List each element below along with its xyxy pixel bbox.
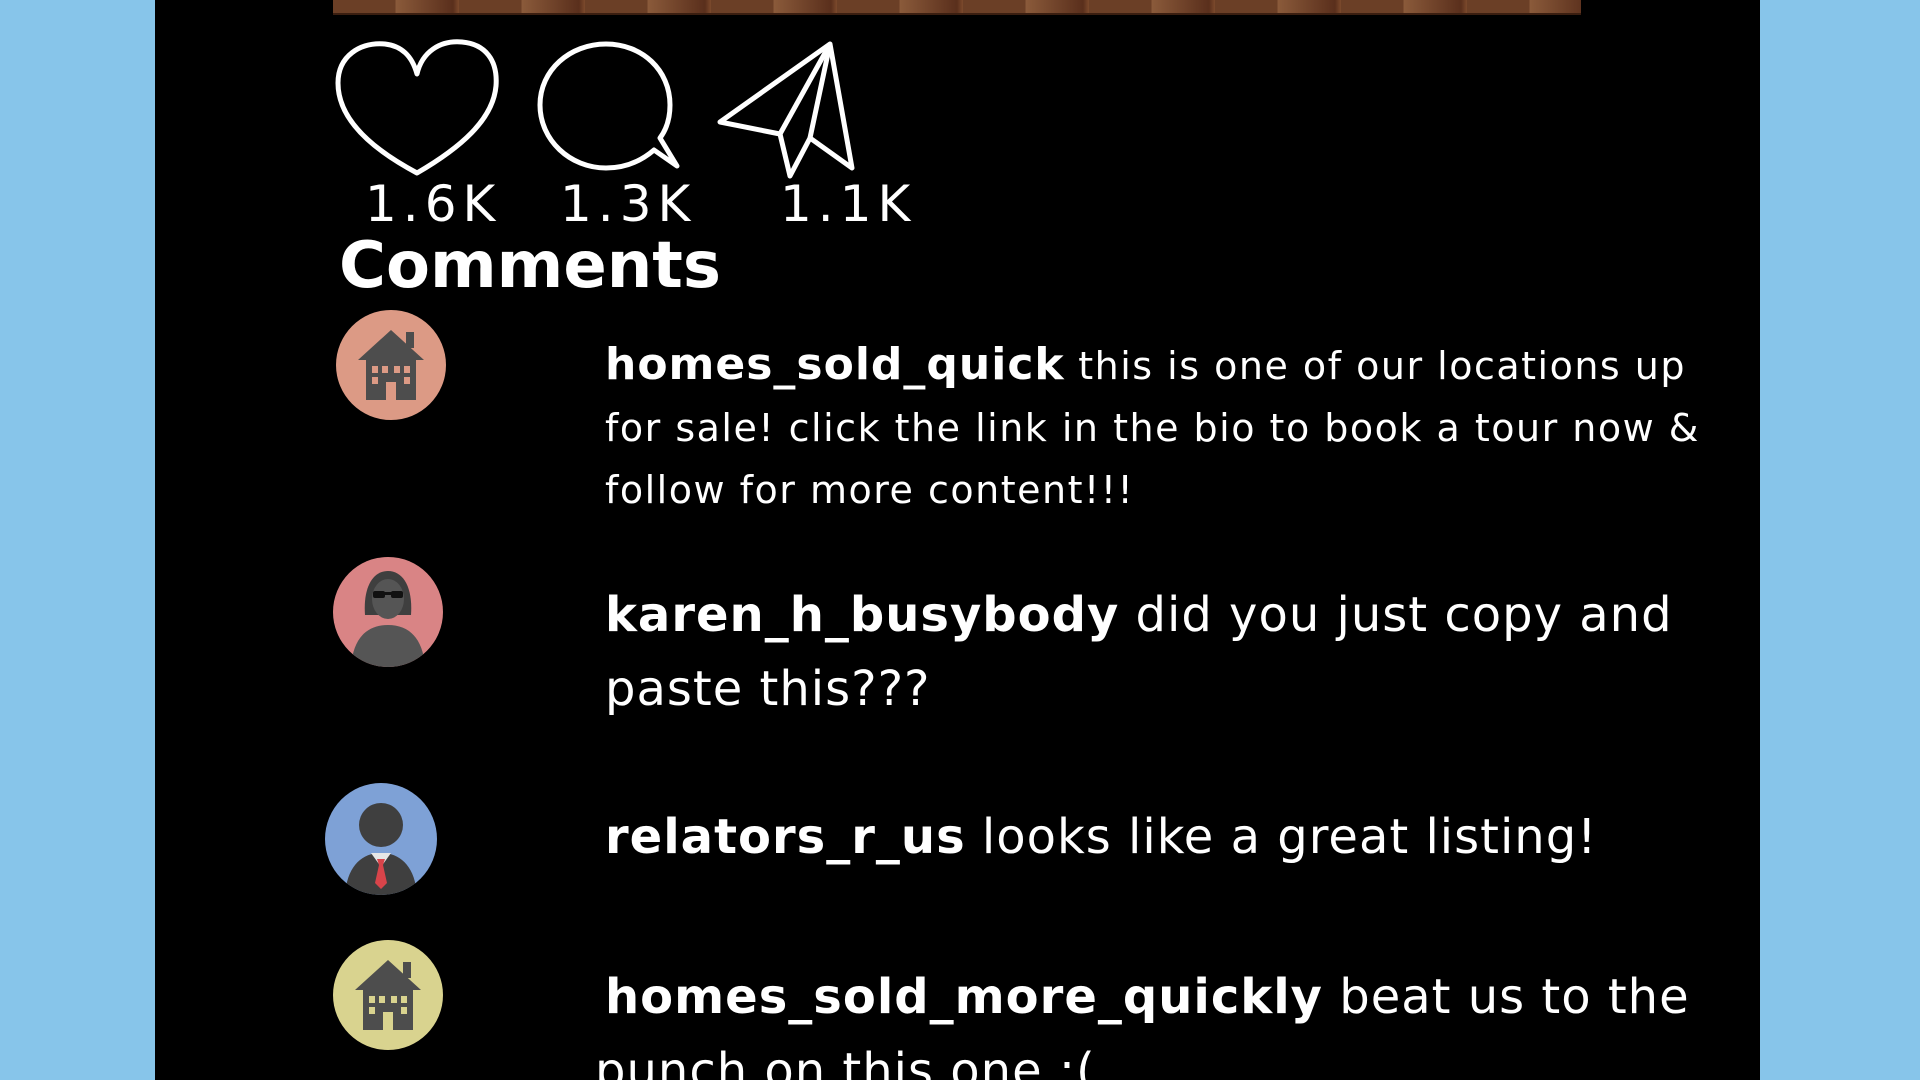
like-button[interactable]	[330, 38, 505, 178]
avatar-relators-r-us[interactable]	[325, 783, 437, 895]
like-count: 1.6K	[365, 175, 502, 233]
avatar-homes-sold-quick[interactable]	[336, 310, 446, 420]
comments-heading: Comments	[339, 229, 721, 303]
post-photo[interactable]	[333, 0, 1581, 15]
heart-icon	[335, 39, 499, 176]
share-count: 1.1K	[780, 175, 917, 233]
businessman-icon	[325, 783, 437, 895]
woman-sunglasses-icon	[333, 557, 443, 667]
comment-button[interactable]	[532, 38, 692, 178]
comment-username[interactable]: karen_h_busybody	[605, 587, 1119, 643]
avatar-homes-sold-more-quickly[interactable]	[333, 940, 443, 1050]
comment-1: homes_sold_quick this is one of our loca…	[605, 334, 1755, 521]
comment-username[interactable]: homes_sold_quick	[605, 339, 1065, 390]
paper-plane-icon	[717, 41, 855, 179]
house-icon	[333, 940, 443, 1050]
share-button[interactable]	[712, 40, 872, 180]
post-panel: 1.6K 1.3K 1.1K Comments homes_sold_quick…	[155, 0, 1760, 1080]
comment-2: karen_h_busybody did you just copy and p…	[605, 578, 1755, 726]
comment-username[interactable]: relators_r_us	[605, 809, 966, 865]
comment-text: looks like a great listing!	[965, 809, 1598, 865]
speech-bubble-icon	[537, 41, 680, 171]
avatar-karen-h-busybody[interactable]	[333, 557, 443, 667]
comment-username[interactable]: homes_sold_more_quickly	[605, 969, 1323, 1025]
house-icon	[336, 310, 446, 420]
comment-count: 1.3K	[560, 175, 697, 233]
comment-4: homes_sold_more_quickly beat us to the p…	[595, 960, 1755, 1080]
comment-3: relators_r_us looks like a great listing…	[605, 800, 1755, 874]
